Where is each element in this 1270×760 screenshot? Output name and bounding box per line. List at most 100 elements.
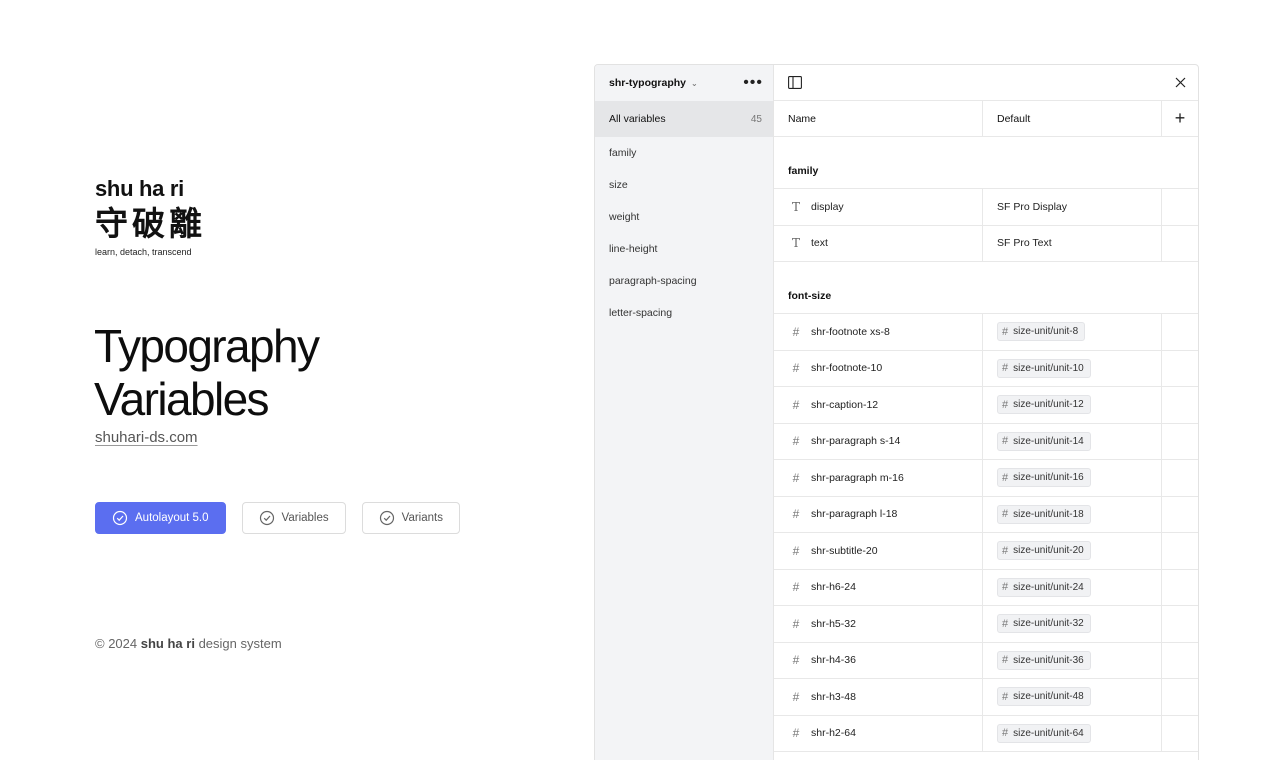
- sidebar-item-weight[interactable]: weight: [595, 201, 773, 233]
- variable-value: size-unit/unit-20: [1013, 545, 1084, 557]
- variable-value-cell[interactable]: # size-unit/unit-24: [983, 569, 1162, 605]
- variable-value-cell[interactable]: # size-unit/unit-14: [983, 423, 1162, 459]
- number-type-icon: #: [1002, 727, 1009, 740]
- variable-name-cell: # shr-h5-32: [774, 606, 983, 642]
- table-row[interactable]: # shr-paragraph m-16 # size-unit/unit-16: [774, 460, 1198, 497]
- alias-chip[interactable]: # size-unit/unit-14: [997, 431, 1091, 451]
- table-row[interactable]: # shr-h5-32 # size-unit/unit-32: [774, 606, 1198, 643]
- close-icon[interactable]: [1175, 77, 1186, 88]
- variable-value-cell[interactable]: # size-unit/unit-12: [983, 387, 1162, 423]
- row-extra-cell: [1162, 533, 1198, 569]
- alias-chip[interactable]: # size-unit/unit-12: [997, 395, 1091, 415]
- table-row[interactable]: # shr-h6-24 # size-unit/unit-24: [774, 569, 1198, 606]
- variable-value-cell[interactable]: # size-unit/unit-20: [983, 533, 1162, 569]
- variable-name: shr-paragraph m-16: [811, 471, 904, 484]
- variable-value: SF Pro Display: [997, 200, 1068, 213]
- variable-value: size-unit/unit-48: [1013, 691, 1084, 703]
- table-row[interactable]: # shr-paragraph s-14 # size-unit/unit-14: [774, 423, 1198, 460]
- alias-chip[interactable]: # size-unit/unit-36: [997, 650, 1091, 670]
- alias-chip[interactable]: # size-unit/unit-18: [997, 504, 1091, 524]
- table-row[interactable]: # shr-h2-64 # size-unit/unit-64: [774, 715, 1198, 752]
- variable-value-cell[interactable]: SF Pro Display: [983, 189, 1162, 225]
- sidebar-item-family[interactable]: family: [595, 137, 773, 169]
- variable-value-cell[interactable]: # size-unit/unit-32: [983, 606, 1162, 642]
- variable-name-cell: # shr-caption-12: [774, 387, 983, 423]
- collection-dropdown[interactable]: shr-typography ⌄: [609, 77, 698, 89]
- sidebar-item-size[interactable]: size: [595, 169, 773, 201]
- table-row[interactable]: # shr-subtitle-20 # size-unit/unit-20: [774, 533, 1198, 570]
- variable-value-cell[interactable]: # size-unit/unit-36: [983, 642, 1162, 678]
- table-row[interactable]: # shr-footnote xs-8 # size-unit/unit-8: [774, 314, 1198, 351]
- more-options-icon[interactable]: •••: [743, 75, 763, 91]
- variable-value: size-unit/unit-24: [1013, 581, 1084, 593]
- number-type-icon: #: [1002, 508, 1009, 521]
- badge-label: Variables: [281, 512, 329, 524]
- sidebar-item-letter-spacing[interactable]: letter-spacing: [595, 297, 773, 329]
- alias-chip[interactable]: # size-unit/unit-32: [997, 614, 1091, 634]
- alias-chip[interactable]: # size-unit/unit-64: [997, 723, 1091, 743]
- brand-logo: shu ha ri 守破離 learn, detach, transcend: [95, 176, 206, 257]
- table-row[interactable]: # shr-paragraph l-18 # size-unit/unit-18: [774, 496, 1198, 533]
- number-type-icon: #: [1002, 654, 1009, 667]
- sidebar-header: shr-typography ⌄ •••: [595, 65, 773, 101]
- text-type-icon: T: [791, 236, 800, 251]
- variable-name: shr-paragraph s-14: [811, 435, 901, 448]
- row-extra-cell: [1162, 570, 1198, 606]
- row-extra-cell: [1162, 460, 1198, 496]
- alias-chip[interactable]: # size-unit/unit-10: [997, 358, 1091, 378]
- footer-brand: shu ha ri: [140, 636, 195, 651]
- row-extra-cell: [1162, 314, 1198, 350]
- number-type-icon: #: [1002, 617, 1009, 630]
- variable-value-cell[interactable]: # size-unit/unit-8: [983, 314, 1162, 350]
- number-type-icon: #: [1002, 398, 1009, 411]
- variable-value-cell[interactable]: # size-unit/unit-48: [983, 679, 1162, 715]
- brand-name: shu ha ri: [95, 176, 184, 201]
- variable-name: shr-footnote xs-8: [811, 325, 890, 338]
- number-type-icon: #: [1002, 471, 1009, 484]
- variable-name: shr-h2-64: [811, 727, 856, 740]
- add-mode-button[interactable]: +: [1162, 101, 1198, 136]
- table-row[interactable]: # shr-caption-12 # size-unit/unit-12: [774, 387, 1198, 424]
- variable-name: shr-paragraph l-18: [811, 508, 898, 521]
- number-type-icon: #: [792, 324, 800, 339]
- table-row[interactable]: # shr-h3-48 # size-unit/unit-48: [774, 679, 1198, 716]
- number-type-icon: #: [792, 616, 800, 631]
- variable-value: size-unit/unit-8: [1013, 326, 1079, 338]
- sidebar-toggle-icon[interactable]: [788, 76, 802, 89]
- row-extra-cell: [1162, 189, 1198, 225]
- sidebar-item-paragraph-spacing[interactable]: paragraph-spacing: [595, 265, 773, 297]
- check-circle-icon: [112, 510, 128, 526]
- website-link[interactable]: shuhari-ds.com: [95, 429, 198, 446]
- alias-chip[interactable]: # size-unit/unit-16: [997, 468, 1091, 488]
- table-row[interactable]: Ttext SF Pro Text: [774, 225, 1198, 262]
- badge-variants[interactable]: Variants: [361, 502, 460, 534]
- badge-variables[interactable]: Variables: [241, 502, 346, 534]
- variable-value-cell[interactable]: # size-unit/unit-16: [983, 460, 1162, 496]
- alias-chip[interactable]: # size-unit/unit-24: [997, 577, 1091, 597]
- sidebar-item-all-variables[interactable]: All variables 45: [595, 101, 773, 137]
- table-row[interactable]: Tdisplay SF Pro Display: [774, 189, 1198, 226]
- table-row[interactable]: # shr-footnote-10 # size-unit/unit-10: [774, 350, 1198, 387]
- sidebar-item-line-height[interactable]: line-height: [595, 233, 773, 265]
- variable-value-cell[interactable]: SF Pro Text: [983, 225, 1162, 261]
- variable-name-cell: # shr-h6-24: [774, 569, 983, 605]
- number-type-icon: #: [792, 543, 800, 558]
- variable-value-cell[interactable]: # size-unit/unit-10: [983, 350, 1162, 386]
- row-extra-cell: [1162, 606, 1198, 642]
- text-type-icon: T: [791, 199, 800, 214]
- variable-value: size-unit/unit-18: [1013, 508, 1084, 520]
- alias-chip[interactable]: # size-unit/unit-8: [997, 322, 1086, 342]
- alias-chip[interactable]: # size-unit/unit-48: [997, 687, 1091, 707]
- variable-name-cell: # shr-footnote xs-8: [774, 314, 983, 350]
- variable-name-cell: # shr-paragraph m-16: [774, 460, 983, 496]
- table-row[interactable]: # shr-h4-36 # size-unit/unit-36: [774, 642, 1198, 679]
- sidebar-item-label: letter-spacing: [609, 307, 673, 319]
- sidebar-item-label: weight: [609, 211, 640, 223]
- alias-chip[interactable]: # size-unit/unit-20: [997, 541, 1091, 561]
- collection-name: shr-typography: [609, 77, 687, 89]
- sidebar-item-label: paragraph-spacing: [609, 275, 697, 287]
- variable-value-cell[interactable]: # size-unit/unit-64: [983, 715, 1162, 751]
- variable-value-cell[interactable]: # size-unit/unit-18: [983, 496, 1162, 532]
- number-type-icon: #: [1002, 690, 1009, 703]
- badge-autolayout[interactable]: Autolayout 5.0: [95, 502, 226, 534]
